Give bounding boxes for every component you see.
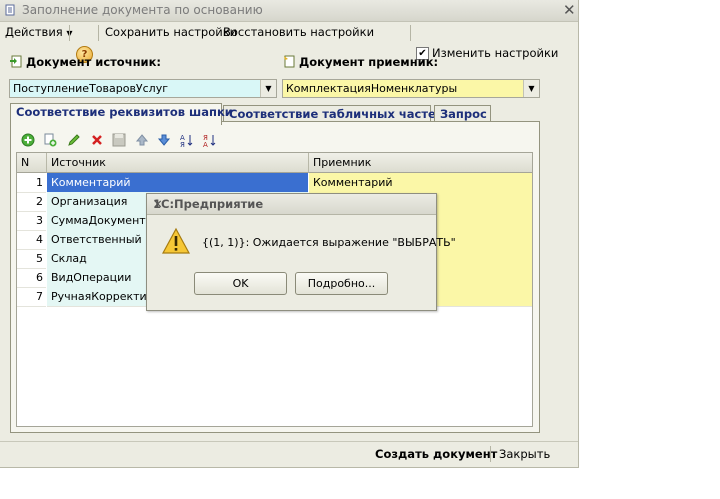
row-number-cell: 7 [17, 287, 46, 307]
tab-label: Соответствие реквизитов шапки [16, 105, 233, 119]
title-bar[interactable]: Заполнение документа по основанию ✕ [0, 0, 578, 22]
toolbar-separator [98, 25, 99, 41]
footer-bar: Создать документ Закрыть [0, 441, 578, 467]
close-icon[interactable]: ✕ [153, 197, 430, 211]
column-header-n[interactable]: N [17, 153, 47, 173]
chevron-down-icon[interactable]: ▼ [523, 80, 539, 97]
add-icon[interactable] [21, 133, 35, 147]
details-button[interactable]: Подробно... [295, 272, 388, 295]
footer-separator [490, 446, 491, 462]
svg-text:Я: Я [180, 141, 185, 147]
sort-descending-icon[interactable]: Я A [203, 133, 217, 147]
tab-label: Соответствие табличных частей [229, 107, 444, 121]
sort-ascending-icon[interactable]: A Я [180, 133, 194, 147]
move-down-icon[interactable] [157, 133, 171, 147]
restore-settings-button[interactable]: Восстановить настройки [223, 25, 374, 39]
tab-label: Запрос [440, 107, 487, 121]
warning-icon [162, 227, 190, 254]
move-up-icon[interactable] [135, 133, 149, 147]
source-document-icon [10, 55, 22, 68]
svg-text:A: A [203, 141, 208, 147]
close-icon[interactable]: ✕ [563, 1, 576, 19]
save-icon[interactable] [112, 133, 126, 147]
target-document-select[interactable]: КомплектацияНоменклатуры ▼ [282, 79, 540, 98]
dialog-title-bar[interactable]: 1С:Предприятие ✕ [147, 194, 436, 215]
ok-button[interactable]: OK [194, 272, 287, 295]
copy-icon[interactable] [43, 133, 57, 147]
save-settings-button[interactable]: Сохранить настройки [105, 25, 237, 39]
edit-icon[interactable] [67, 133, 81, 147]
column-header-source[interactable]: Источник [47, 153, 309, 173]
row-number-cell: 1 [17, 173, 46, 193]
row-number-cell: 6 [17, 268, 46, 288]
target-cell[interactable]: Комментарий [309, 173, 532, 193]
table-row[interactable]: 1 Комментарий Комментарий [17, 173, 532, 193]
source-document-select[interactable]: ПоступлениеТоваровУслуг ▼ [9, 79, 277, 98]
chevron-down-icon[interactable]: ▼ [260, 80, 276, 97]
column-header-target[interactable]: Приемник [309, 153, 532, 173]
error-dialog: 1С:Предприятие ✕ {(1, 1)}: Ожидается выр… [146, 193, 456, 311]
change-settings-label: Изменить настройки [432, 46, 559, 60]
row-number-cell: 4 [17, 230, 46, 250]
source-document-value: ПоступлениеТоваровУслуг [13, 82, 169, 95]
close-button[interactable]: Закрыть [499, 447, 550, 461]
tab-header-mapping[interactable]: Соответствие реквизитов шапки [10, 103, 233, 125]
delete-icon[interactable] [90, 133, 104, 147]
row-number-cell: 3 [17, 211, 46, 231]
toolbar: Действия ▼ ? Сохранить настройки Восстан… [0, 22, 578, 63]
document-icon [5, 4, 15, 16]
row-number-cell: 2 [17, 192, 46, 212]
actions-menu[interactable]: Действия ▼ [5, 25, 73, 39]
create-document-button[interactable]: Создать документ [375, 447, 497, 461]
actions-label: Действия [5, 25, 63, 39]
dialog-message: {(1, 1)}: Ожидается выражение "ВЫБРАТЬ" [202, 236, 456, 249]
target-label: Документ приемник: [299, 55, 439, 69]
target-document-icon [284, 55, 295, 68]
source-label: Документ источник: [26, 55, 162, 69]
toolbar-separator [69, 25, 70, 41]
source-cell[interactable]: Комментарий [47, 173, 308, 193]
toolbar-separator [410, 25, 411, 41]
row-number-cell: 5 [17, 249, 46, 269]
target-document-value: КомплектацияНоменклатуры [286, 82, 458, 95]
window-title: Заполнение документа по основанию [22, 3, 263, 17]
